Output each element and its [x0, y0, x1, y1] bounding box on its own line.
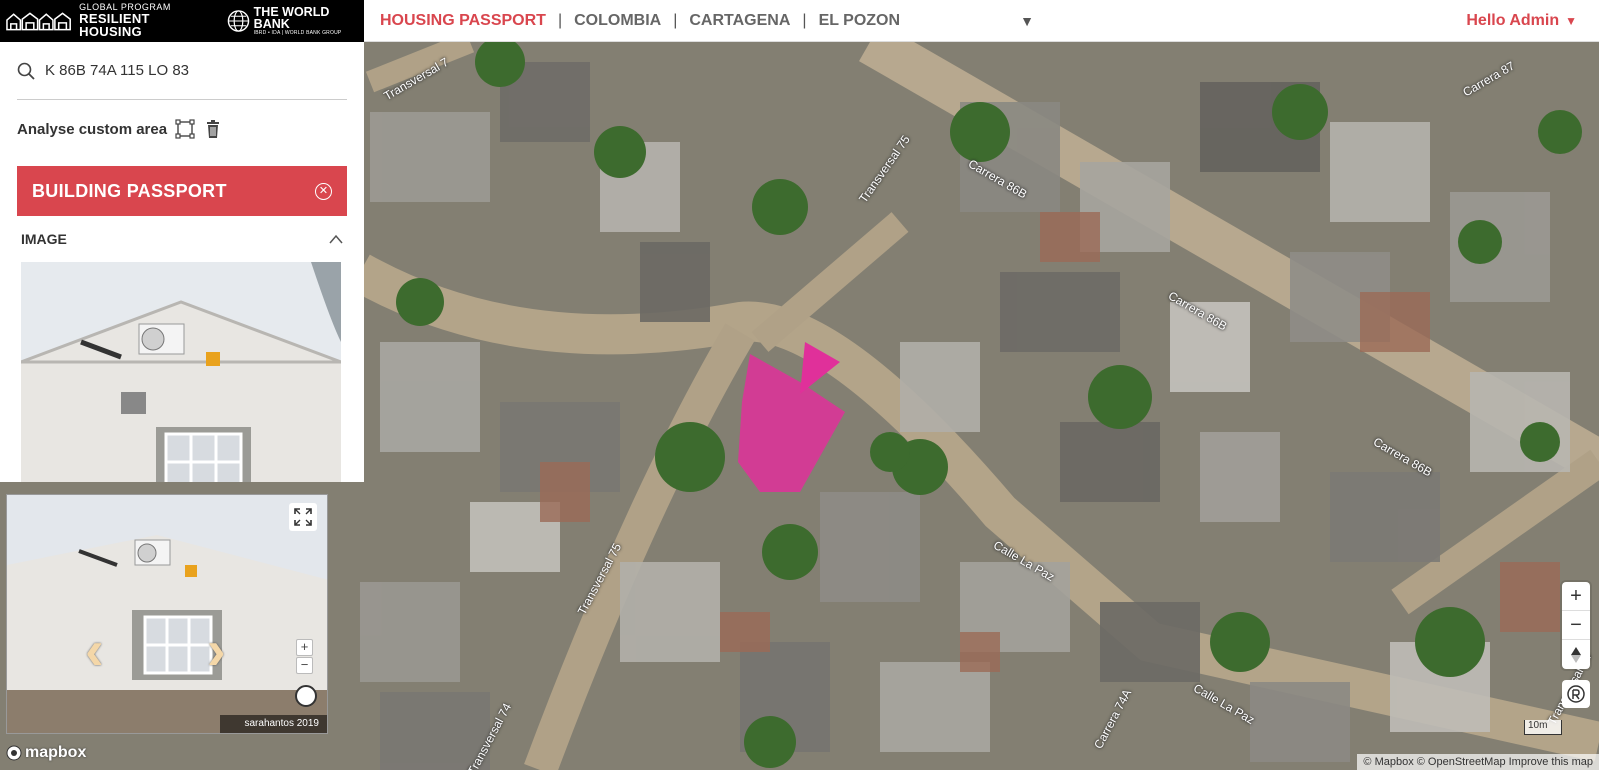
fullscreen-expand-icon[interactable]: [289, 503, 317, 531]
address-search-input[interactable]: [45, 62, 325, 79]
breadcrumb: HOUSING PASSPORT | COLOMBIA | CARTAGENA …: [380, 12, 1034, 30]
map-zoom-in-button[interactable]: +: [1562, 582, 1590, 611]
image-section-title: IMAGE: [21, 231, 67, 247]
breadcrumb-neighborhood[interactable]: EL POZON: [819, 12, 901, 30]
brand-logo-block[interactable]: GLOBAL PROGRAM RESILIENT HOUSING THE WOR…: [0, 0, 364, 42]
breadcrumb-separator: |: [802, 11, 807, 29]
search-icon: [17, 62, 35, 80]
breadcrumb-separator: |: [557, 11, 563, 29]
search-row: [17, 42, 347, 100]
viewer-photo-credit-text: sarahantos 2019: [244, 718, 319, 729]
draw-polygon-icon[interactable]: [175, 119, 195, 139]
globe-icon: [227, 9, 249, 32]
street-view-image: [7, 495, 327, 733]
mapbox-icon: [6, 745, 22, 761]
viewer-prev-arrow-icon[interactable]: ‹: [85, 617, 104, 682]
breadcrumb-city[interactable]: CARTAGENA: [689, 12, 790, 30]
viewer-zoom-in-button[interactable]: +: [296, 639, 313, 656]
rotate-map-icon[interactable]: [1562, 680, 1590, 708]
breadcrumb-separator: |: [673, 11, 678, 29]
world-bank-logo: THE WORLD BANK IBRD • IDA | WORLD BANK G…: [227, 4, 364, 36]
chevron-down-icon: ▼: [1565, 14, 1577, 28]
map-scale-bar: 10m: [1524, 720, 1562, 735]
map-attribution-text[interactable]: © Mapbox © OpenStreetMap Improve this ma…: [1363, 756, 1593, 768]
mapbox-logo[interactable]: mapbox: [6, 744, 86, 762]
building-photo-image: [21, 262, 341, 482]
map-zoom-controls: + −: [1562, 582, 1590, 669]
viewer-next-arrow-icon[interactable]: ›: [207, 617, 226, 682]
viewer-compass-icon[interactable]: [295, 685, 317, 707]
breadcrumb-country[interactable]: COLOMBIA: [574, 12, 661, 30]
street-level-viewer[interactable]: ‹ › + − sarahantos 2019: [6, 494, 328, 734]
world-bank-title: THE WORLD BANK: [253, 4, 330, 31]
analyse-custom-area-label: Analyse custom area: [17, 120, 168, 138]
breadcrumb-housing-passport[interactable]: HOUSING PASSPORT: [380, 12, 546, 30]
map-attribution[interactable]: © Mapbox © OpenStreetMap Improve this ma…: [1357, 754, 1599, 770]
world-bank-subtitle: IBRD • IDA | WORLD BANK GROUP: [253, 29, 342, 36]
program-name: GLOBAL PROGRAM RESILIENT HOUSING: [79, 3, 211, 39]
building-passport-header: BUILDING PASSPORT ✕: [17, 166, 347, 216]
app-root: GLOBAL PROGRAM RESILIENT HOUSING THE WOR…: [0, 0, 1599, 770]
trash-icon[interactable]: [203, 119, 223, 139]
viewer-zoom-out-button[interactable]: −: [296, 657, 313, 674]
program-name-big: RESILIENT HOUSING: [79, 11, 150, 39]
top-header: GLOBAL PROGRAM RESILIENT HOUSING THE WOR…: [0, 0, 1599, 42]
mapbox-logo-text: mapbox: [25, 744, 87, 761]
houses-logo-icon: [6, 11, 71, 30]
breadcrumb-dropdown-caret-icon[interactable]: ▼: [1020, 13, 1034, 29]
viewer-photo-credit: sarahantos 2019: [220, 715, 327, 733]
image-section-header[interactable]: IMAGE: [17, 216, 347, 252]
map-zoom-out-button[interactable]: −: [1562, 611, 1590, 640]
building-passport-title: BUILDING PASSPORT: [32, 180, 227, 201]
compass-reset-north-icon[interactable]: [1562, 640, 1590, 669]
custom-area-row: Analyse custom area: [17, 100, 347, 158]
map-scale-label: 10m: [1528, 720, 1548, 731]
user-menu[interactable]: Hello Admin ▼: [1466, 12, 1577, 30]
chevron-up-icon: [329, 234, 343, 244]
building-photo[interactable]: [21, 262, 341, 482]
left-sidebar-panel: Analyse custom area BUILDING PASSPORT ✕ …: [0, 42, 364, 482]
close-icon[interactable]: ✕: [315, 182, 332, 200]
user-greeting: Hello Admin: [1466, 12, 1560, 29]
